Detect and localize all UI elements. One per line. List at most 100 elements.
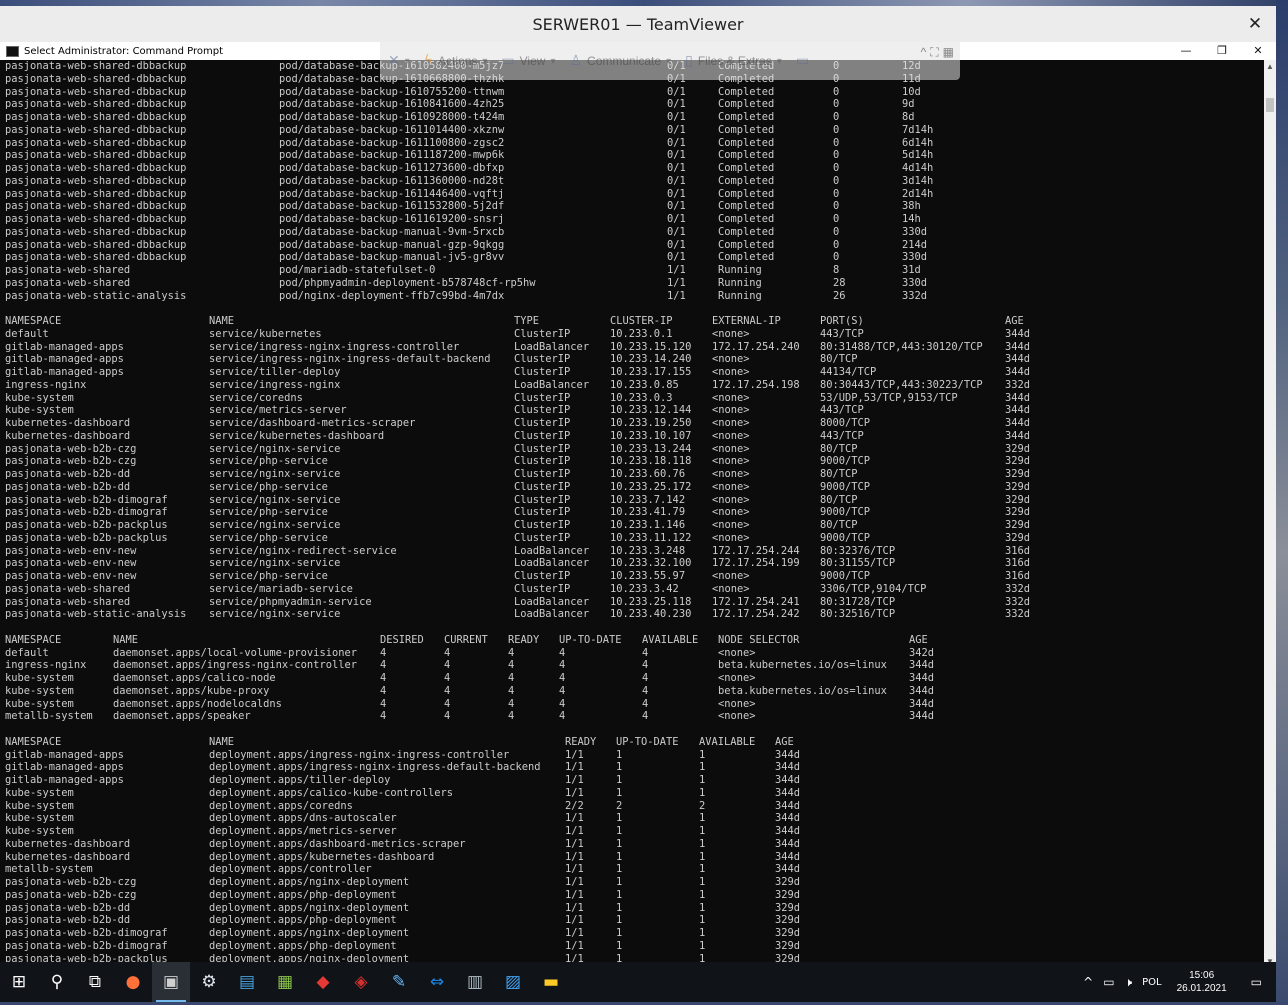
console-cell: kube-system xyxy=(5,404,74,417)
console-cell: 1/1 xyxy=(565,786,584,799)
remote-desktop-icon: ▨ xyxy=(504,972,522,992)
toolbar-communicate-menu[interactable]: ♙ Communicate ▾ xyxy=(569,53,671,69)
console-cell: pasjonata-web-shared-dbbackup xyxy=(5,162,187,174)
console-cell: 4d14h xyxy=(902,162,934,174)
cmd-maximize-button[interactable]: ❐ xyxy=(1204,42,1240,60)
console-cell: 214d xyxy=(902,238,928,251)
console-cell: 316d xyxy=(1005,544,1031,557)
toolbar-fullscreen-icon[interactable]: ⛶ xyxy=(930,45,938,60)
taskbar-button-red-tool[interactable]: ◆ xyxy=(304,962,342,1002)
taskbar-button-network-share[interactable]: ▥ xyxy=(456,962,494,1002)
console-cell: 10.233.13.244 xyxy=(610,442,692,455)
volume-icon[interactable]: 🕨 xyxy=(1120,975,1138,990)
console-cell: deployment.apps/php-deployment xyxy=(209,888,397,901)
console-cell: 344d xyxy=(775,774,801,786)
console-cell: deployment.apps/nginx-deployment xyxy=(209,901,410,914)
taskbar-button-acrobat[interactable]: ◈ xyxy=(342,962,380,1002)
console-cell: <none> xyxy=(718,646,756,659)
notifications-icon[interactable]: ▭ xyxy=(1237,975,1276,989)
cmd-close-button[interactable]: ✕ xyxy=(1240,42,1276,60)
console-cell: pasjonata-web-b2b-dimograf xyxy=(5,939,168,952)
toolbar-actions-menu[interactable]: ϟ Actions ▾ xyxy=(424,53,488,69)
console-cell: 4 xyxy=(559,646,566,659)
console-cell: 10.233.10.107 xyxy=(610,429,692,442)
console-cell: 80/TCP xyxy=(820,519,858,531)
console-cell: service/ingress-nginx-ingress-default-ba… xyxy=(209,353,491,366)
console-cell: LoadBalancer xyxy=(514,340,590,353)
console-cell: 329d xyxy=(775,939,801,952)
language-indicator[interactable]: POL xyxy=(1137,977,1166,988)
console-cell: 332d xyxy=(902,289,928,302)
taskbar-button-settings-tool[interactable]: ⚙ xyxy=(190,962,228,1002)
console-cell: 31d xyxy=(902,264,921,276)
console-cell: kube-system xyxy=(5,825,74,837)
console-cell: 4 xyxy=(508,672,515,684)
console-cell: 10.233.18.118 xyxy=(610,455,692,468)
toolbar-collapse-icon[interactable]: ^ xyxy=(921,45,927,60)
toolbar-view-menu[interactable]: ▭ View ▾ xyxy=(501,53,555,69)
console-cell: LoadBalancer xyxy=(514,608,590,621)
console-cell: 330d xyxy=(902,276,928,289)
console-cell: 316d xyxy=(1005,557,1031,570)
tray-chevron-icon[interactable]: ^ xyxy=(1078,975,1098,989)
toolbar-screens-button[interactable]: ▭ xyxy=(796,53,809,69)
console-cell: 4 xyxy=(380,684,387,697)
console-cell: 2d14h xyxy=(902,187,934,200)
console-cell: 172.17.254.198 xyxy=(712,378,800,391)
console-cell: deployment.apps/calico-kube-controllers xyxy=(209,786,453,799)
console-output[interactable]: pasjonata-web-shared-dbbackup pod/databas… xyxy=(0,60,1264,968)
taskbar-button-task-view[interactable]: ⧉ xyxy=(76,962,114,1002)
console-cell: 344d xyxy=(1005,366,1031,378)
console-cell: service/ingress-nginx-ingress-controller xyxy=(209,340,460,353)
console-cell: ClusterIP xyxy=(514,493,571,506)
console-cell: pod/nginx-deployment-ffb7c99bd-4m7dx xyxy=(279,289,505,302)
taskbar-button-network-tool[interactable]: ▦ xyxy=(266,962,304,1002)
console-cell: 1 xyxy=(616,774,623,786)
taskbar-button-file-explorer[interactable]: ▬ xyxy=(532,962,570,1002)
teamviewer-close-button[interactable]: ✕ xyxy=(1244,13,1266,35)
taskbar-button-server-manager[interactable]: ▤ xyxy=(228,962,266,1002)
windows-taskbar: ⊞ ⚲ ⧉ ● ▣ ⚙ ▤ ▦ ◆ ◈ ✎ ⇔ ▥ ▨ ▬ ^ ▭ 🕨 POL 15:06 26.01.20… xyxy=(0,962,1276,1002)
console-cell: pod/database-backup-1610755200-ttnwm xyxy=(279,85,505,98)
console-cell: Completed xyxy=(718,123,775,136)
console-cell: 2/2 xyxy=(565,799,584,812)
console-cell: daemonset.apps/speaker xyxy=(113,710,251,723)
console-cell: 443/TCP xyxy=(820,327,864,340)
console-cell: pod/database-backup-1611360000-nd28t xyxy=(279,174,505,187)
cmd-minimize-button[interactable]: — xyxy=(1168,42,1204,60)
console-cell: <none> xyxy=(712,506,750,519)
console-cell: 1 xyxy=(616,927,623,939)
console-scrollbar[interactable]: ▲ ▼ xyxy=(1264,60,1276,968)
toolbar-grid-icon[interactable]: ▦ xyxy=(943,45,954,60)
taskbar-button-teamviewer[interactable]: ⇔ xyxy=(418,962,456,1002)
network-icon[interactable]: ▭ xyxy=(1098,975,1119,989)
console-cell: pod/database-backup-1611446400-vqftj xyxy=(279,187,505,200)
taskbar-button-windows-start[interactable]: ⊞ xyxy=(0,962,38,1002)
taskbar-button-command-prompt[interactable]: ▣ xyxy=(152,962,190,1002)
scroll-up-arrow-icon[interactable]: ▲ xyxy=(1266,62,1274,71)
console-cell: 10.233.12.144 xyxy=(610,404,692,417)
console-cell: Running xyxy=(718,264,762,276)
console-cell: pod/database-backup-1610928000-t424m xyxy=(279,111,505,123)
console-cell: 1/1 xyxy=(565,939,584,952)
console-cell: ClusterIP xyxy=(514,404,571,417)
console-cell: 4 xyxy=(508,710,515,723)
console-cell: kube-system xyxy=(5,391,74,404)
taskbar-button-search[interactable]: ⚲ xyxy=(38,962,76,1002)
console-cell: Completed xyxy=(718,136,775,149)
taskbar-button-firefox[interactable]: ● xyxy=(114,962,152,1002)
console-cell: 0 xyxy=(833,149,840,162)
console-cell: pod/database-backup-1611532800-5j2df xyxy=(279,200,505,213)
console-cell: 1 xyxy=(699,786,706,799)
toolbar-files-menu[interactable]: ▯ Files & Extras ▾ xyxy=(685,53,782,69)
console-cell: UP-TO-DATE xyxy=(559,633,622,646)
toolbar-close-button[interactable]: ✕ ▾ xyxy=(388,53,410,69)
console-cell: <none> xyxy=(718,697,756,710)
scroll-thumb[interactable] xyxy=(1266,98,1274,112)
console-cell: TYPE xyxy=(514,315,540,327)
taskbar-button-remote-desktop[interactable]: ▨ xyxy=(494,962,532,1002)
console-cell: pasjonata-web-shared-dbbackup xyxy=(5,174,187,187)
console-cell: ingress-nginx xyxy=(5,659,87,672)
clock[interactable]: 15:06 26.01.2021 xyxy=(1167,969,1237,995)
taskbar-button-remote-tool[interactable]: ✎ xyxy=(380,962,418,1002)
